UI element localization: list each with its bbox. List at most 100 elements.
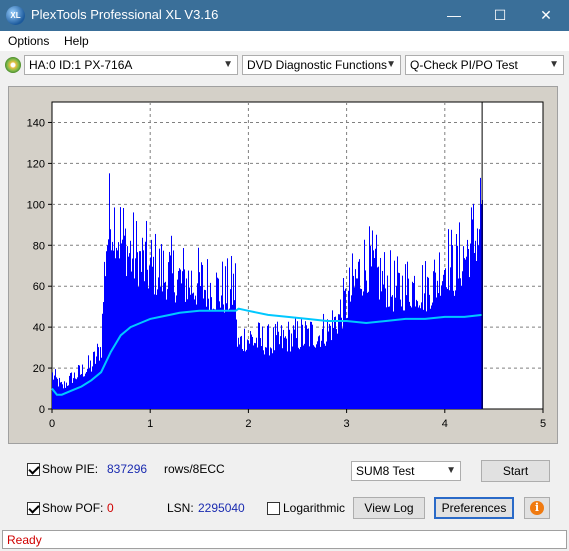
pie-bar <box>352 253 353 409</box>
view-log-button[interactable]: View Log <box>353 497 425 519</box>
pie-bar <box>356 278 357 409</box>
pie-bar <box>224 312 225 409</box>
pie-bar <box>303 345 304 409</box>
pie-bar <box>150 257 151 409</box>
pie-bar <box>415 306 416 409</box>
pie-bar <box>382 270 383 409</box>
y-tick-label: 120 <box>27 158 45 170</box>
test-select[interactable]: Q-Check PI/PO Test ▼ <box>405 55 564 75</box>
pie-bar <box>288 321 289 409</box>
pie-bar <box>474 253 475 409</box>
minimize-button[interactable]: — <box>431 0 477 31</box>
pie-bar <box>431 305 432 409</box>
show-pof-checkbox[interactable] <box>27 502 40 515</box>
pie-bar <box>103 302 104 409</box>
y-tick-label: 0 <box>39 404 45 416</box>
pie-bar <box>171 235 172 409</box>
pie-bar <box>64 381 65 409</box>
pie-bar <box>140 251 141 409</box>
pie-bar <box>279 344 280 409</box>
pie-bar <box>396 285 397 409</box>
pie-bar <box>256 337 257 409</box>
y-tick-label: 100 <box>27 199 45 211</box>
pie-bar <box>251 334 252 409</box>
pie-bar <box>162 291 163 409</box>
pie-bar <box>372 230 373 409</box>
pie-bar <box>212 309 213 409</box>
menu-help[interactable]: Help <box>64 34 89 48</box>
pie-bar <box>185 301 186 409</box>
pie-bar <box>193 292 194 409</box>
pie-bar <box>337 333 338 409</box>
pie-bar <box>101 357 102 409</box>
pie-bar <box>84 376 85 409</box>
pie-bar <box>468 248 469 409</box>
pie-bar <box>281 325 282 409</box>
close-button[interactable]: ✕ <box>523 0 569 31</box>
pie-bar <box>241 335 242 409</box>
start-button[interactable]: Start <box>481 460 550 482</box>
pie-bar <box>110 229 111 409</box>
show-pie-checkbox[interactable] <box>27 463 40 476</box>
pie-bar <box>265 347 266 409</box>
pie-bar <box>226 303 227 409</box>
pie-bar <box>179 268 180 409</box>
pie-bar <box>480 177 481 409</box>
pie-bar <box>324 343 325 409</box>
pie-bar <box>313 345 314 409</box>
pie-bar <box>257 347 258 409</box>
pie-bar <box>188 270 189 409</box>
menu-options[interactable]: Options <box>8 34 49 48</box>
menu-bar: Options Help <box>0 31 569 51</box>
chevron-down-icon: ▼ <box>386 59 396 70</box>
info-button[interactable]: i <box>524 497 550 519</box>
drive-select[interactable]: HA:0 ID:1 PX-716A ▼ <box>24 55 238 75</box>
pie-bar <box>104 261 105 409</box>
pie-bar <box>398 272 399 409</box>
pie-bar <box>362 295 363 409</box>
pie-bar <box>284 337 285 409</box>
pie-bar <box>124 235 125 409</box>
x-tick-label: 4 <box>442 418 448 430</box>
pie-bar <box>330 325 331 409</box>
pie-bar <box>317 341 318 409</box>
pie-bar <box>307 328 308 409</box>
pie-bar <box>145 241 146 409</box>
pie-bar <box>161 244 162 409</box>
pie-bar <box>213 308 214 409</box>
pie-bar <box>261 346 262 409</box>
pie-bar <box>165 281 166 409</box>
pie-bar <box>211 297 212 409</box>
pie-bar <box>463 246 464 409</box>
pie-bar <box>319 335 320 409</box>
pie-bar <box>148 288 149 409</box>
pie-bar <box>220 307 221 409</box>
y-tick-label: 140 <box>27 117 45 129</box>
pie-bar <box>430 308 431 409</box>
function-select-value: DVD Diagnostic Functions <box>247 58 388 72</box>
function-select[interactable]: DVD Diagnostic Functions ▼ <box>242 55 401 75</box>
pie-bar <box>217 277 218 409</box>
pie-bar <box>305 321 306 409</box>
pie-bar <box>184 269 185 409</box>
pie-bar <box>236 319 237 409</box>
pie-bar <box>240 336 241 409</box>
pie-bar <box>221 295 222 409</box>
app-icon: XL <box>6 6 25 25</box>
pie-bar <box>365 270 366 409</box>
preferences-button[interactable]: Preferences <box>434 497 514 519</box>
sum8-test-select[interactable]: SUM8 Test ▼ <box>351 461 461 481</box>
pie-bar <box>329 323 330 409</box>
pie-bar <box>260 338 261 409</box>
pie-bar <box>292 346 293 409</box>
rows-label: rows/8ECC <box>164 462 225 476</box>
maximize-button[interactable]: ☐ <box>477 0 523 31</box>
logarithmic-checkbox[interactable] <box>267 502 280 515</box>
pie-bar <box>358 261 359 409</box>
pie-bar <box>368 291 369 409</box>
pie-bar <box>297 321 298 409</box>
pie-bar <box>442 281 443 409</box>
pie-bar <box>94 351 95 409</box>
pie-bar <box>100 347 101 409</box>
pie-bar <box>424 293 425 409</box>
